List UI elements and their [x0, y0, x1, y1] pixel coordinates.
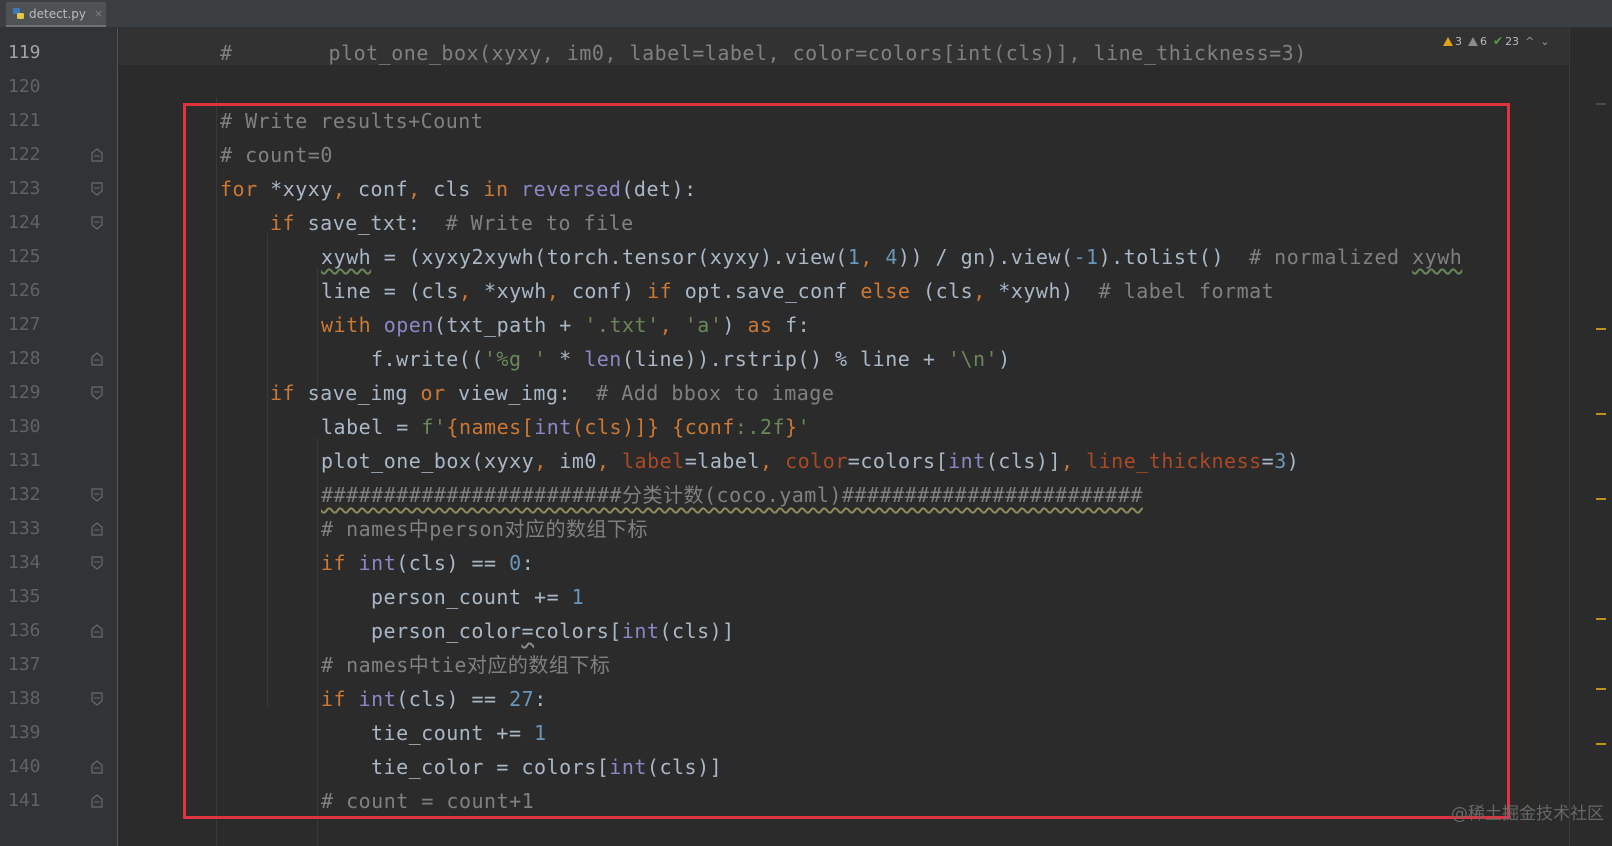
tab-filename: detect.py: [29, 6, 86, 21]
fold-end-icon[interactable]: [89, 759, 105, 775]
line-number: 119: [8, 42, 41, 63]
code-line-141: # count = count+1: [321, 789, 535, 813]
next-highlight-icon[interactable]: ⌄: [1540, 35, 1549, 48]
warnings-count[interactable]: 3: [1443, 35, 1462, 48]
stripe-marker[interactable]: [1596, 413, 1606, 415]
line-number: 138: [8, 688, 41, 709]
code-line-129: if save_img or view_img: # Add bbox to i…: [270, 381, 835, 405]
code-line-138: if int(cls) == 27:: [321, 687, 547, 711]
weak-warnings-count[interactable]: 6: [1468, 35, 1487, 48]
line-number: 133: [8, 518, 41, 539]
typos-count[interactable]: ✔ 23: [1493, 34, 1519, 48]
stripe-marker[interactable]: [1596, 103, 1606, 105]
line-number: 120: [8, 76, 41, 97]
line-number: 126: [8, 280, 41, 301]
code-line-130: label = f'{names[int(cls)]} {conf:.2f}': [321, 415, 811, 439]
python-file-icon: [12, 7, 25, 20]
code-line-132: ########################分类计数(coco.yaml)#…: [321, 483, 1143, 507]
code-line-124: if save_txt: # Write to file: [270, 211, 634, 235]
previous-highlight-icon[interactable]: ^: [1525, 35, 1534, 48]
line-number: 137: [8, 654, 41, 675]
tab-detect-py[interactable]: detect.py ×: [6, 2, 106, 27]
line-number: 134: [8, 552, 41, 573]
fold-end-icon[interactable]: [89, 793, 105, 809]
code-line-131: plot_one_box(xyxy, im0, label=label, col…: [321, 449, 1300, 473]
line-number: 128: [8, 348, 41, 369]
code-line-128: f.write(('%g ' * len(line)).rstrip() % l…: [371, 347, 1011, 371]
watermark: @稀土掘金技术社区: [1451, 804, 1604, 824]
warning-icon: [1443, 36, 1453, 46]
line-number: 132: [8, 484, 41, 505]
code-line-119: # plot_one_box(xyxy, im0, label=label, co…: [220, 41, 1307, 65]
line-number: 122: [8, 144, 41, 165]
fold-start-icon[interactable]: [89, 555, 105, 571]
code-line-127: with open(txt_path + '.txt', 'a') as f:: [321, 313, 811, 337]
line-number: 139: [8, 722, 41, 743]
line-number: 121: [8, 110, 41, 131]
error-stripe[interactable]: [1569, 28, 1612, 846]
code-line-123: for *xyxy, conf, cls in reversed(det):: [220, 177, 697, 201]
code-line-126: line = (cls, *xywh, conf) if opt.save_co…: [321, 279, 1275, 303]
indent-guide: [216, 98, 217, 846]
code-line-134: if int(cls) == 0:: [321, 551, 535, 575]
fold-start-icon[interactable]: [89, 385, 105, 401]
check-icon: ✔: [1493, 34, 1504, 48]
fold-start-icon[interactable]: [89, 691, 105, 707]
fold-end-icon[interactable]: [89, 147, 105, 163]
weak-warning-icon: [1468, 36, 1478, 46]
code-line-137: # names中tie对应的数组下标: [321, 653, 611, 677]
stripe-marker[interactable]: [1596, 618, 1606, 620]
inspection-widget[interactable]: 3 6 ✔ 23 ^ ⌄: [1443, 32, 1550, 50]
indent-guide: [317, 438, 318, 846]
line-number: 130: [8, 416, 41, 437]
code-line-121: # Write results+Count: [220, 109, 484, 133]
line-number: 141: [8, 790, 41, 811]
fold-start-icon[interactable]: [89, 215, 105, 231]
line-number: 129: [8, 382, 41, 403]
line-number: 131: [8, 450, 41, 471]
code-line-125: xywh = (xyxy2xywh(torch.tensor(xyxy).vie…: [321, 245, 1463, 269]
fold-start-icon[interactable]: [89, 487, 105, 503]
code-line-122: # count=0: [220, 143, 333, 167]
stripe-marker[interactable]: [1596, 688, 1606, 690]
line-number-gutter: 119 120 121 122 123 124 125 126 127 128 …: [0, 28, 118, 846]
line-number: 124: [8, 212, 41, 233]
stripe-marker[interactable]: [1596, 743, 1606, 745]
fold-start-icon[interactable]: [89, 181, 105, 197]
code-line-136: person_color=colors[int(cls)]: [371, 619, 735, 643]
close-icon[interactable]: ×: [94, 7, 103, 20]
line-number: 135: [8, 586, 41, 607]
stripe-marker[interactable]: [1596, 498, 1606, 500]
editor-tab-bar: detect.py ×: [0, 0, 1612, 28]
indent-guide: [267, 233, 268, 708]
line-number: 123: [8, 178, 41, 199]
code-line-133: # names中person对应的数组下标: [321, 517, 649, 541]
line-number: 136: [8, 620, 41, 641]
code-editor[interactable]: # plot_one_box(xyxy, im0, label=label, co…: [119, 28, 1569, 846]
fold-end-icon[interactable]: [89, 521, 105, 537]
code-line-135: person_count += 1: [371, 585, 585, 609]
stripe-marker[interactable]: [1596, 328, 1606, 330]
line-number: 125: [8, 246, 41, 267]
code-line-139: tie_count += 1: [371, 721, 547, 745]
code-line-140: tie_color = colors[int(cls)]: [371, 755, 723, 779]
line-number: 127: [8, 314, 41, 335]
fold-end-icon[interactable]: [89, 623, 105, 639]
fold-end-icon[interactable]: [89, 351, 105, 367]
line-number: 140: [8, 756, 41, 777]
